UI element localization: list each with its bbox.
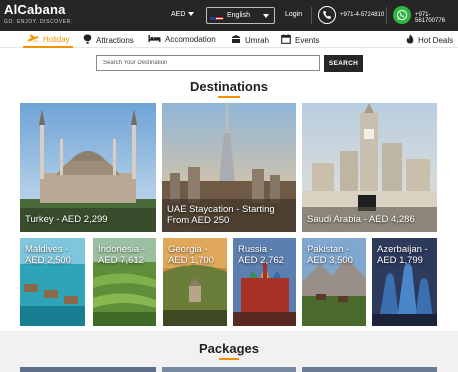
destination-price: AED 2,762 — [238, 255, 284, 266]
destinations-heading: Destinations — [189, 79, 268, 94]
nav-hot-deals[interactable]: Hot Deals — [406, 34, 453, 46]
destination-price: AED 7,612 — [98, 255, 144, 266]
divider — [386, 7, 387, 24]
search-button[interactable]: SEARCH — [324, 55, 363, 72]
phone-number[interactable]: +971-4-5724810 — [340, 12, 384, 18]
destination-card-saudi-arabia[interactable]: Saudi Arabia - AED 4,286 — [302, 103, 437, 232]
destination-name: Russia - — [238, 244, 273, 255]
nav-label: Attractions — [96, 35, 134, 45]
calendar-icon — [281, 34, 291, 46]
nav-label: Umrah — [245, 35, 270, 45]
balloon-icon — [83, 34, 92, 46]
destination-label: UAE Staycation - Starting From AED 250 — [167, 204, 275, 226]
destination-price: AED 1,799 — [377, 255, 423, 266]
hot-deals-label: Hot Deals — [418, 35, 454, 45]
active-tab-indicator — [23, 46, 73, 48]
nav-label: Holiday — [43, 35, 70, 44]
destination-card-maldives[interactable]: Maldives - AED 2,500 — [20, 238, 85, 326]
heading-underline — [218, 96, 240, 98]
destination-price: AED 1,700 — [168, 255, 214, 266]
destination-label: Russia - AED 2,762 — [238, 244, 284, 266]
destination-card-indonesia[interactable]: Indonesia - AED 7,612 — [93, 238, 156, 326]
language-label: English — [227, 12, 250, 19]
bed-icon — [148, 34, 161, 45]
nav-holiday[interactable]: Holiday — [26, 34, 70, 45]
destination-label: Turkey - AED 2,299 — [25, 214, 108, 225]
top-bar: AlCabana GO. ENJOY. DISCOVER. AED Englis… — [0, 0, 458, 31]
destination-card-uae[interactable]: UAE Staycation - Starting From AED 250 — [162, 103, 296, 232]
chevron-down-icon — [263, 14, 269, 18]
nav-attractions[interactable]: Attractions — [83, 34, 134, 46]
heading-underline — [219, 358, 239, 360]
brand-name: AlCabana — [4, 2, 66, 17]
destination-name: Azerbaijan - — [377, 244, 428, 255]
destination-card-azerbaijan[interactable]: Azerbaijan - AED 1,799 — [372, 238, 437, 326]
chevron-down-icon[interactable] — [188, 12, 194, 16]
destination-card-georgia[interactable]: Georgia - AED 1,700 — [163, 238, 227, 326]
destination-label: Saudi Arabia - AED 4,286 — [307, 214, 415, 225]
main-nav: Holiday Attractions Accomodation Umrah E… — [0, 31, 458, 48]
nav-accomodation[interactable]: Accomodation — [148, 34, 216, 45]
search-input[interactable] — [96, 55, 320, 71]
plane-icon — [26, 34, 39, 45]
divider — [311, 7, 312, 24]
destination-name: Georgia - — [168, 244, 208, 255]
nav-events[interactable]: Events — [281, 34, 319, 46]
destination-price: AED 3,500 — [307, 255, 353, 266]
destination-card-turkey[interactable]: Turkey - AED 2,299 — [20, 103, 156, 232]
currency-selector[interactable]: AED — [171, 11, 185, 18]
destination-name: Maldives - — [25, 244, 69, 255]
us-flag-icon — [210, 12, 223, 20]
package-card[interactable] — [302, 367, 437, 372]
destination-card-russia[interactable]: Russia - AED 2,762 — [233, 238, 296, 326]
turkey-image — [20, 103, 156, 232]
flame-icon — [406, 34, 414, 46]
whatsapp-number[interactable]: +971-561700776 — [415, 12, 458, 24]
nav-umrah[interactable]: Umrah — [231, 34, 269, 46]
login-link[interactable]: Login — [285, 11, 302, 18]
brand-logo[interactable]: AlCabana GO. ENJOY. DISCOVER. — [4, 2, 73, 26]
destination-label: Maldives - AED 2,500 — [25, 244, 71, 266]
destination-price: AED 2,500 — [25, 255, 71, 266]
package-card[interactable] — [162, 367, 296, 372]
destination-label: Azerbaijan - AED 1,799 — [377, 244, 428, 266]
nav-label: Events — [295, 35, 320, 45]
packages-heading: Packages — [199, 341, 259, 356]
destination-card-pakistan[interactable]: Pakistan - AED 3,500 — [302, 238, 366, 326]
package-card[interactable] — [20, 367, 156, 372]
saudi-arabia-image — [302, 103, 437, 232]
brand-tagline: GO. ENJOY. DISCOVER. — [4, 19, 73, 25]
destination-label: Pakistan - AED 3,500 — [307, 244, 353, 266]
destination-name: Indonesia - — [98, 244, 146, 255]
destination-label: Indonesia - AED 7,612 — [98, 244, 145, 266]
destination-label: Georgia - AED 1,700 — [168, 244, 214, 266]
nav-label: Accomodation — [165, 35, 216, 44]
phone-icon[interactable] — [318, 6, 336, 24]
language-selector[interactable]: English — [206, 7, 275, 24]
destination-name: Pakistan - — [307, 244, 350, 255]
kaaba-icon — [231, 34, 241, 46]
whatsapp-icon[interactable] — [393, 6, 411, 24]
